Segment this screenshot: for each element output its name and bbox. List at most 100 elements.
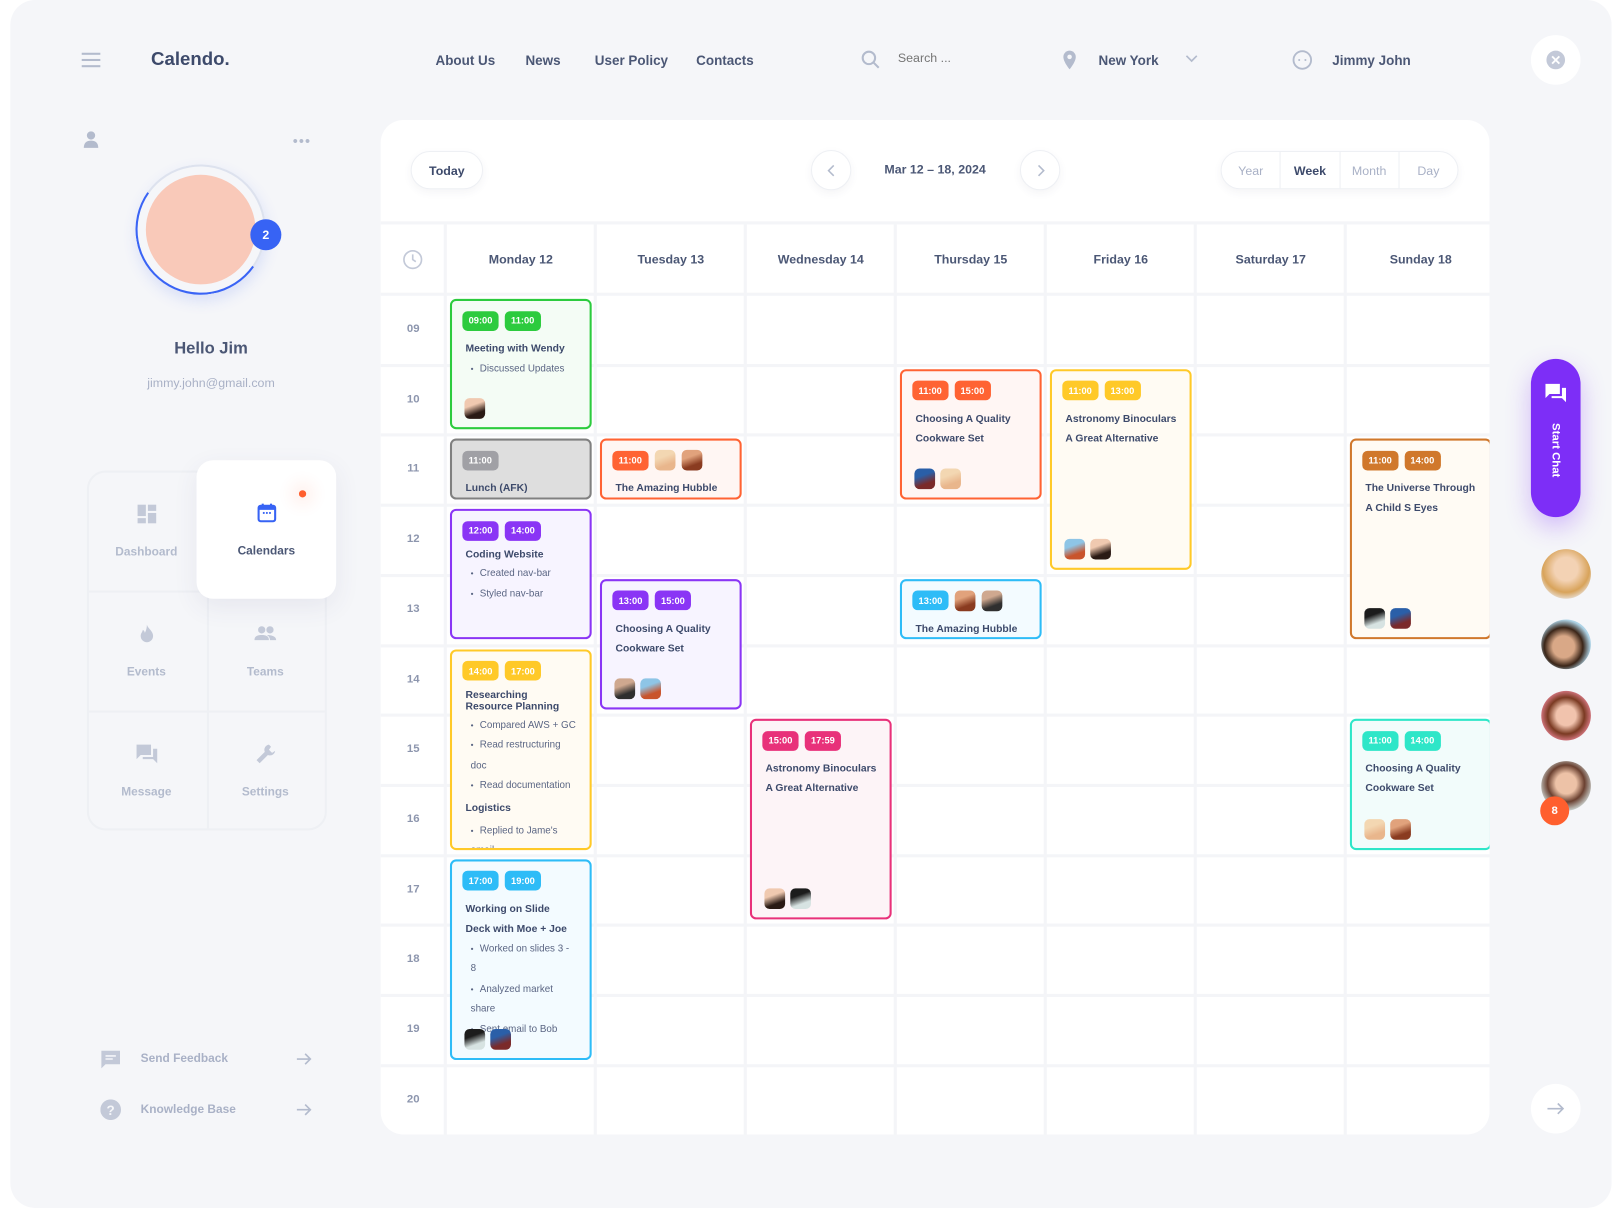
chevron-right-icon <box>1037 164 1045 176</box>
time-badge: 11:00 <box>504 310 541 331</box>
event-title: Choosing A Quality Cookware Set <box>1365 763 1461 795</box>
attendee-avatar[interactable] <box>1364 818 1386 840</box>
event-title: Lunch (AFK) <box>465 483 528 495</box>
attendee-avatar[interactable] <box>954 590 976 612</box>
sidebar-item-label: Message <box>121 785 172 798</box>
day-header[interactable]: Saturday 17 <box>1196 252 1346 266</box>
event-title: Working on Slide Deck with Moe + Joe <box>465 903 567 935</box>
attendee-avatar[interactable] <box>490 1028 511 1050</box>
attendee-avatar[interactable] <box>654 450 675 471</box>
time-badge: 14:00 <box>1404 450 1441 471</box>
event-section-heading: Logistics <box>465 802 511 814</box>
sidebar-item-calendars[interactable]: Calendars <box>196 460 337 599</box>
attendee-avatar[interactable] <box>764 888 786 910</box>
calendar-event[interactable]: 11:00 Lunch (AFK) <box>449 438 592 500</box>
attendee-avatar[interactable] <box>940 468 961 490</box>
calendar-event[interactable]: 11:00 14:00 The Universe Through A Child S… <box>1349 438 1490 640</box>
day-header[interactable]: Friday 16 <box>1046 252 1196 266</box>
calendar-event[interactable]: 11:00 15:00 Choosing A Quality Cookware Se… <box>899 368 1042 500</box>
time-badge: 15:00 <box>762 730 799 751</box>
app-window: Calendo. About Us News User Policy Conta… <box>10 0 1612 1208</box>
attendee-avatar[interactable] <box>790 888 811 910</box>
view-day[interactable]: Day <box>1399 152 1457 188</box>
time-badge: 11:00 <box>612 450 649 471</box>
attendee-avatar[interactable] <box>1390 818 1411 840</box>
event-title: Astronomy Binoculars A Great Alternative <box>765 763 877 795</box>
wrench-icon <box>255 743 276 767</box>
sidebar-item-settings[interactable]: Settings <box>206 710 325 830</box>
sidebar-item-label: Dashboard <box>115 545 178 558</box>
search-icon <box>861 50 880 69</box>
event-note: Read documentation <box>462 776 577 796</box>
calendar-event[interactable]: 13:00 15:00 Choosing A Quality Cookware Se… <box>599 578 742 710</box>
more-contacts-badge[interactable]: 8 <box>1540 796 1570 826</box>
today-button[interactable]: Today <box>410 150 484 190</box>
attendee-avatar[interactable] <box>640 678 661 700</box>
calendar-event[interactable]: 13:00 The Amazing Hubble <box>899 578 1042 640</box>
attendee-avatar[interactable] <box>1064 538 1086 560</box>
event-title: Researching Resource Planning <box>465 689 560 713</box>
nav-contacts[interactable]: Contacts <box>696 53 754 69</box>
more-options-icon[interactable]: ••• <box>293 132 311 149</box>
calendar-event[interactable]: 15:00 17:59 Astronomy Binoculars A Great A… <box>749 718 892 920</box>
attendee-avatar[interactable] <box>981 590 1003 612</box>
calendar-event[interactable]: 14:0017:00 Researching Resource PlanningC… <box>449 648 592 850</box>
calendar-event[interactable]: 11:00 The Amazing Hubble <box>599 438 742 500</box>
attendee-avatar[interactable] <box>1090 538 1111 560</box>
next-week-button[interactable] <box>1019 149 1061 191</box>
nav-about-us[interactable]: About Us <box>435 53 495 69</box>
next-page-button[interactable] <box>1530 1083 1581 1134</box>
nav-news[interactable]: News <box>525 53 560 69</box>
nav-user-policy[interactable]: User Policy <box>595 53 668 69</box>
contact-avatar[interactable] <box>1541 619 1591 670</box>
chevron-left-icon <box>826 164 834 176</box>
view-week[interactable]: Week <box>1281 152 1341 189</box>
contact-avatar[interactable] <box>1541 690 1591 741</box>
hour-label: 15 <box>406 742 420 756</box>
prev-week-button[interactable] <box>810 149 852 191</box>
chevron-down-icon[interactable] <box>1184 54 1198 64</box>
day-header[interactable]: Monday 12 <box>446 252 596 266</box>
user-avatar-icon[interactable] <box>1292 50 1313 71</box>
time-badge: 14:00 <box>462 660 499 681</box>
close-button[interactable] <box>1530 35 1581 85</box>
view-year[interactable]: Year <box>1222 152 1281 189</box>
day-header[interactable]: Sunday 18 <box>1346 252 1490 266</box>
event-title: Meeting with Wendy <box>465 343 565 355</box>
attendee-avatar[interactable] <box>681 450 702 471</box>
attendee-avatar[interactable] <box>464 1028 486 1050</box>
hour-label: 11 <box>407 462 420 476</box>
day-header[interactable]: Tuesday 13 <box>596 252 746 266</box>
day-header[interactable]: Thursday 15 <box>896 252 1046 266</box>
avatar[interactable] <box>145 174 256 285</box>
sidebar-item-label: Settings <box>241 785 289 798</box>
start-chat-button[interactable]: Start Chat <box>1530 358 1581 518</box>
user-name[interactable]: Jimmy John <box>1332 53 1410 69</box>
attendee-avatar[interactable] <box>614 678 636 700</box>
day-header[interactable]: Wednesday 14 <box>746 252 896 266</box>
knowledge-base-link[interactable]: ? Knowledge Base <box>100 1099 312 1121</box>
brand-logo[interactable]: Calendo. <box>151 49 230 71</box>
view-month[interactable]: Month <box>1340 152 1400 189</box>
time-badge: 17:59 <box>804 730 842 751</box>
sidebar-item-teams[interactable]: Teams <box>206 591 325 711</box>
contact-avatar[interactable] <box>1541 549 1591 599</box>
attendee-avatar[interactable] <box>1390 608 1411 630</box>
location-select[interactable]: New York <box>1099 53 1159 69</box>
send-feedback-link[interactable]: Send Feedback <box>100 1049 312 1070</box>
calendar-event[interactable]: 11:00 14:00 Choosing A Quality Cookware Se… <box>1349 718 1490 850</box>
attendee-avatar[interactable] <box>1364 608 1386 630</box>
sidebar-item-dashboard[interactable]: Dashboard <box>87 471 206 591</box>
profile-icon[interactable] <box>83 130 100 149</box>
sidebar-item-message[interactable]: Message <box>87 710 206 830</box>
calendar-event[interactable]: 12:0014:00 Coding Website Created nav-barS… <box>449 508 592 640</box>
calendar-event[interactable]: 09:0011:00 Meeting with Wendy Discussed Up… <box>449 298 592 430</box>
attendee-avatar[interactable] <box>464 398 486 420</box>
attendee-avatar[interactable] <box>914 468 936 490</box>
message-icon <box>135 743 158 767</box>
hamburger-menu-icon[interactable] <box>81 52 101 68</box>
search-input[interactable] <box>897 50 1022 66</box>
sidebar-item-events[interactable]: Events <box>87 591 206 711</box>
calendar-event[interactable]: 17:00 19:00 Working on Slide Deck with Moe… <box>449 859 592 1060</box>
calendar-event[interactable]: 11:00 13:00 Astronomy Binoculars A Great A… <box>1049 368 1192 570</box>
